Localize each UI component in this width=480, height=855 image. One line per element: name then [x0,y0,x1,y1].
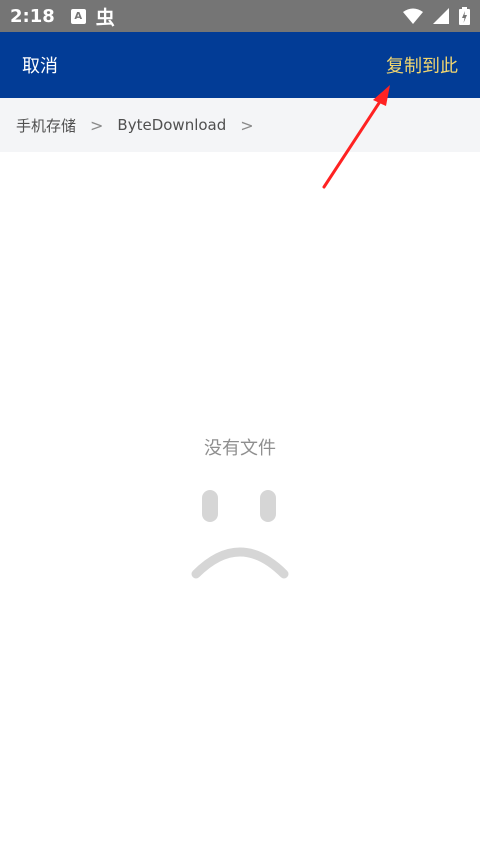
breadcrumb-item-phone-storage[interactable]: 手机存储 [16,115,76,136]
cancel-button[interactable]: 取消 [22,52,58,78]
chevron-right-icon: > [90,115,104,135]
status-bar: 2:18 A 虫 [0,0,480,32]
app-notification-icon: A [70,8,86,24]
sad-face-icon [191,490,289,579]
breadcrumb: 手机存储 > ByteDownload > [0,98,480,152]
battery-icon [459,7,470,25]
chevron-right-icon: > [240,115,254,135]
status-icons [403,7,470,25]
copy-here-button[interactable]: 复制到此 [386,52,458,78]
signal-icon [433,8,449,24]
bug-notification-icon: 虫 [95,6,115,29]
empty-message: 没有文件 [204,438,276,459]
status-time: 2:18 [10,5,55,27]
breadcrumb-item-bytedownload[interactable]: ByteDownload [117,116,226,134]
app-bar: 取消 复制到此 [0,32,480,98]
wifi-icon [403,8,423,24]
